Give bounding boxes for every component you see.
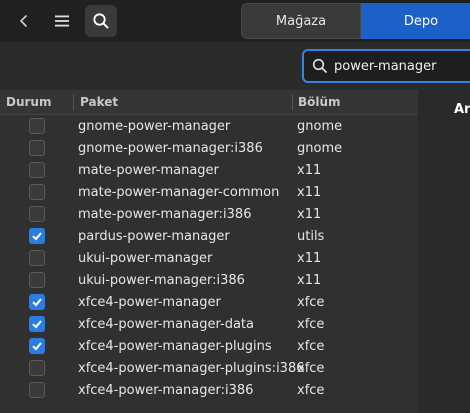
package-name: xfce4-power-manager:i386 — [78, 382, 254, 398]
package-name: mate-power-manager:i386 — [78, 206, 252, 222]
search-entry[interactable] — [302, 49, 470, 83]
package-name: gnome-power-manager:i386 — [78, 140, 263, 156]
back-icon — [19, 14, 28, 28]
search-toggle-button[interactable] — [85, 5, 117, 37]
install-checkbox[interactable] — [29, 228, 45, 244]
install-checkbox[interactable] — [29, 360, 45, 376]
search-input[interactable] — [334, 58, 470, 74]
package-name: ukui-power-manager:i386 — [78, 272, 245, 288]
table-row[interactable]: mate-power-manager-common x11 — [0, 181, 418, 203]
install-checkbox[interactable] — [29, 206, 45, 222]
table-row[interactable]: xfce4-power-manager xfce — [0, 291, 418, 313]
table-row[interactable]: gnome-power-manager gnome — [0, 115, 418, 137]
tab-depo[interactable]: Depo — [361, 3, 470, 39]
table-row[interactable]: gnome-power-manager:i386 gnome — [0, 137, 418, 159]
package-section: utils — [297, 228, 325, 244]
install-checkbox[interactable] — [29, 294, 45, 310]
table-row[interactable]: xfce4-power-manager-plugins xfce — [0, 335, 418, 357]
package-section: xfce — [297, 316, 325, 332]
package-section: x11 — [297, 162, 322, 178]
back-button[interactable] — [8, 5, 40, 37]
install-checkbox[interactable] — [29, 184, 45, 200]
package-name: mate-power-manager-common — [78, 184, 280, 200]
package-name: xfce4-power-manager-plugins:i386 — [78, 360, 305, 376]
table-row[interactable]: xfce4-power-manager-plugins:i386 xfce — [0, 357, 418, 379]
install-checkbox[interactable] — [29, 118, 45, 134]
package-section: xfce — [297, 382, 325, 398]
package-name: xfce4-power-manager-data — [78, 316, 254, 332]
package-name: ukui-power-manager — [78, 250, 213, 266]
table-row[interactable]: mate-power-manager:i386 x11 — [0, 203, 418, 225]
view-switcher: Mağaza Depo — [241, 3, 470, 39]
package-section: xfce — [297, 338, 325, 354]
check-icon — [32, 298, 42, 307]
package-section: x11 — [297, 250, 322, 266]
search-icon — [93, 13, 109, 29]
table-row[interactable]: xfce4-power-manager-data xfce — [0, 313, 418, 335]
column-header-durum[interactable]: Durum — [6, 90, 51, 114]
details-pane — [418, 90, 470, 413]
check-icon — [32, 232, 42, 241]
package-section: x11 — [297, 184, 322, 200]
table-row[interactable]: xfce4-power-manager:i386 xfce — [0, 379, 418, 401]
package-section: xfce — [297, 294, 325, 310]
table-header: Durum Paket Bölüm — [0, 90, 418, 115]
package-name: xfce4-power-manager — [78, 294, 221, 310]
package-name: xfce4-power-manager-plugins — [78, 338, 272, 354]
tab-magaza[interactable]: Mağaza — [241, 3, 361, 39]
install-checkbox[interactable] — [29, 140, 45, 156]
column-header-paket[interactable]: Paket — [80, 90, 118, 114]
check-icon — [32, 342, 42, 351]
table-row[interactable]: ukui-power-manager x11 — [0, 247, 418, 269]
header-bar: Mağaza Depo — [0, 0, 470, 42]
package-name: gnome-power-manager — [78, 118, 231, 134]
install-checkbox[interactable] — [29, 382, 45, 398]
column-header-bolum[interactable]: Bölüm — [298, 90, 341, 114]
table-row[interactable]: pardus-power-manager utils — [0, 225, 418, 247]
install-checkbox[interactable] — [29, 272, 45, 288]
menu-button[interactable] — [46, 5, 78, 37]
check-icon — [32, 320, 42, 329]
column-separator — [292, 94, 293, 110]
package-section: gnome — [297, 118, 343, 134]
package-section: gnome — [297, 140, 343, 156]
install-checkbox[interactable] — [29, 338, 45, 354]
package-section: xfce — [297, 360, 325, 376]
table-row[interactable]: mate-power-manager x11 — [0, 159, 418, 181]
package-section: x11 — [297, 272, 322, 288]
menu-icon — [55, 15, 69, 27]
package-name: mate-power-manager — [78, 162, 219, 178]
package-section: x11 — [297, 206, 322, 222]
column-separator — [73, 94, 74, 110]
table-row[interactable]: ukui-power-manager:i386 x11 — [0, 269, 418, 291]
install-checkbox[interactable] — [29, 250, 45, 266]
details-heading: Ara — [454, 102, 470, 117]
install-checkbox[interactable] — [29, 162, 45, 178]
install-checkbox[interactable] — [29, 316, 45, 332]
package-name: pardus-power-manager — [78, 228, 230, 244]
search-icon — [312, 58, 328, 74]
